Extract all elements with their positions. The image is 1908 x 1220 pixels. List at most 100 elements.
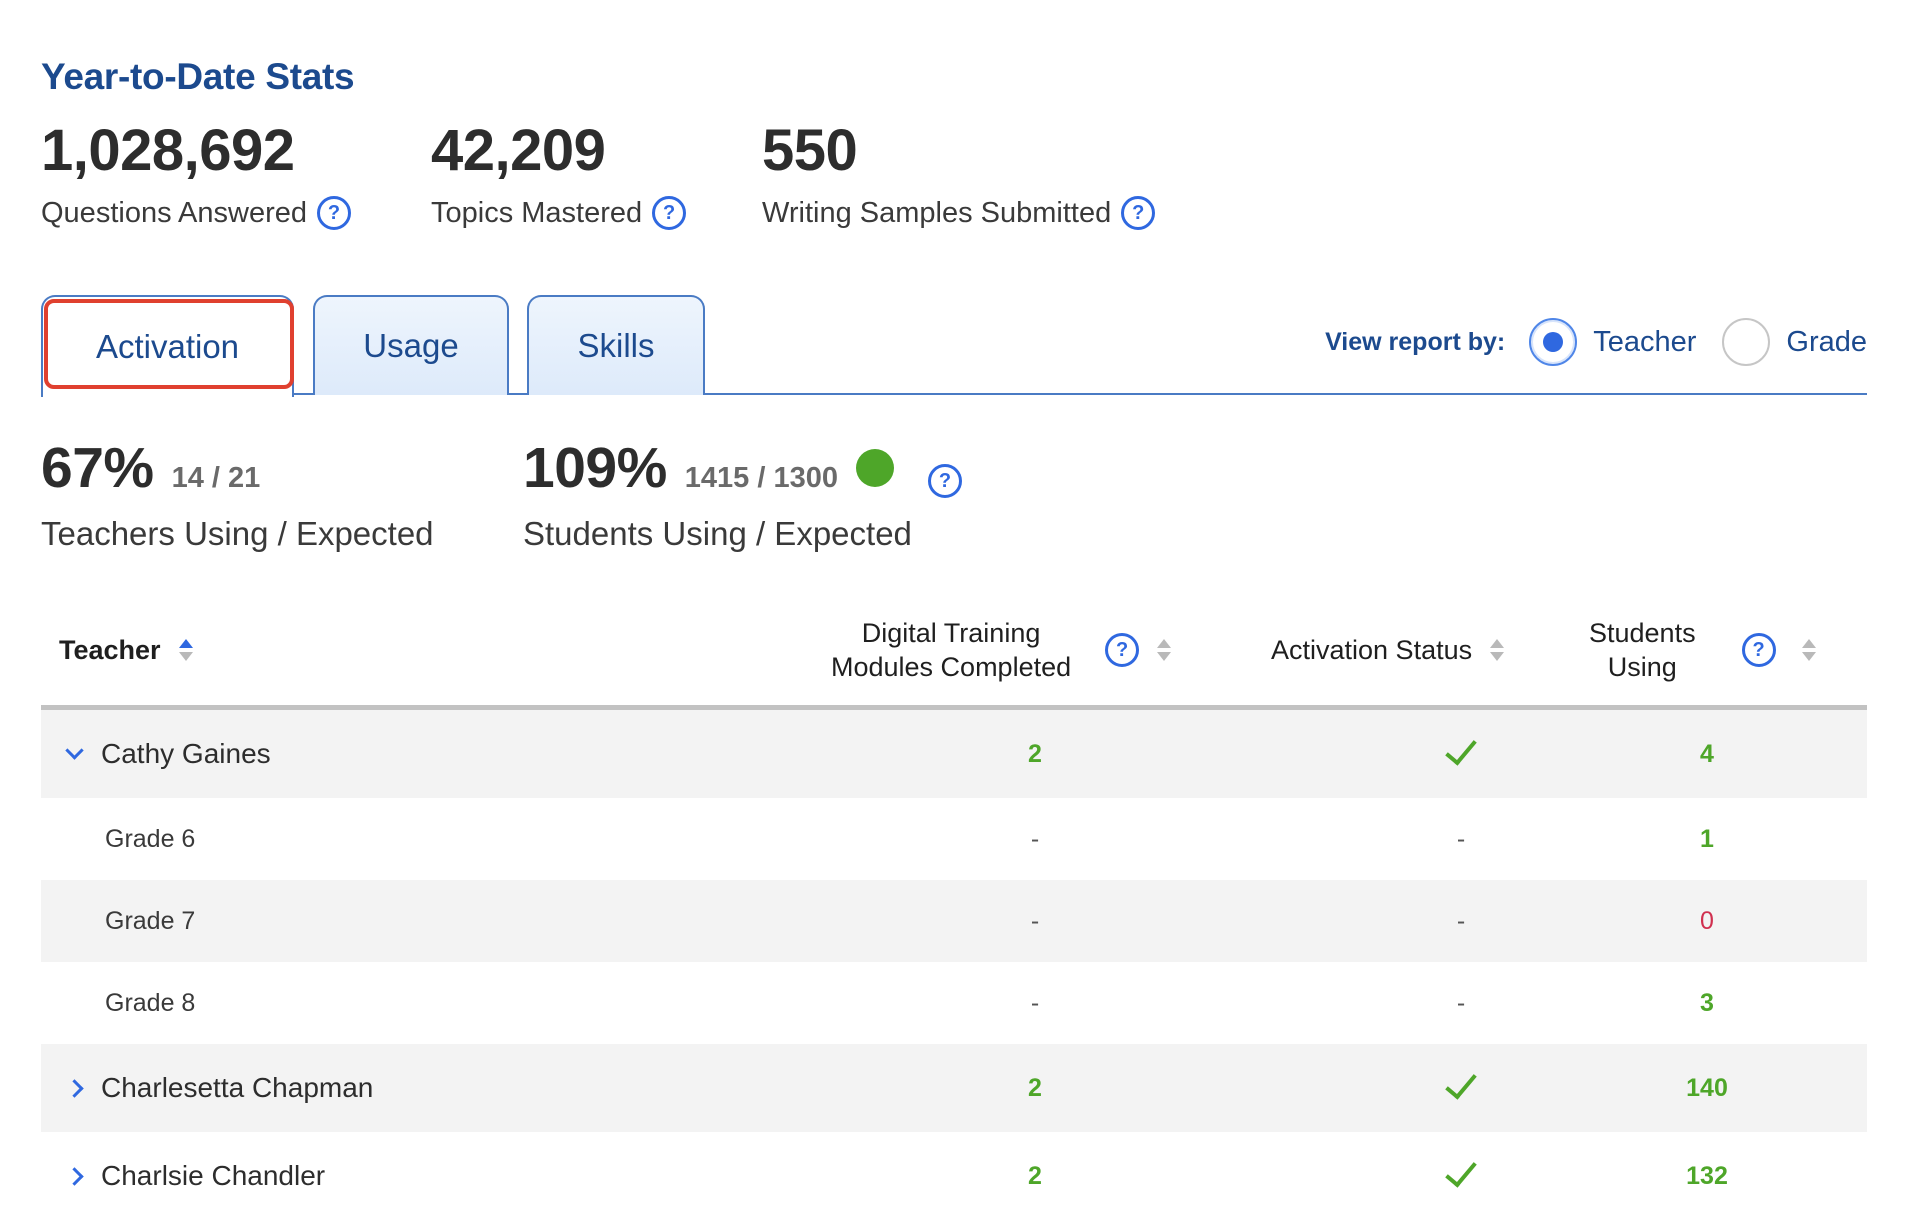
- radio-teacher[interactable]: [1529, 318, 1578, 366]
- chevron-right-icon[interactable]: [59, 1166, 89, 1186]
- table-row[interactable]: Charlsie Chandler 2 132: [41, 1132, 1867, 1220]
- year-to-date-stats-page: Year-to-Date Stats 1,028,692 Questions A…: [41, 0, 1867, 1220]
- column-header-teacher[interactable]: Teacher: [59, 590, 193, 710]
- sort-icon[interactable]: [178, 639, 193, 661]
- activation-cell: -: [1456, 988, 1466, 1017]
- table-row: Grade 8 - - 3: [41, 962, 1867, 1044]
- modules-cell: -: [1030, 988, 1040, 1017]
- column-header-label: Digital Training Modules Completed: [831, 616, 1071, 684]
- activation-cell: [1401, 710, 1521, 798]
- column-header-line: Using: [1607, 652, 1677, 682]
- students-cell: 132: [1686, 1161, 1728, 1190]
- students-cell: 140: [1686, 1073, 1728, 1102]
- help-icon[interactable]: ?: [1741, 633, 1776, 667]
- table-row[interactable]: Cathy Gaines 2 4: [41, 710, 1867, 798]
- help-icon[interactable]: ?: [928, 464, 962, 498]
- metric-line: 67% 14 / 21: [41, 435, 434, 501]
- grade-name: Grade 6: [105, 824, 196, 853]
- activation-cell: -: [1456, 906, 1466, 935]
- sort-icon[interactable]: [1490, 639, 1505, 661]
- chevron-down-icon[interactable]: [59, 740, 89, 760]
- metric-ratio: 1415 / 1300: [684, 462, 838, 494]
- help-icon[interactable]: ?: [1121, 196, 1156, 230]
- grade-name: Grade 8: [105, 988, 196, 1017]
- modules-cell: 2: [1028, 1073, 1042, 1102]
- radio-selected-dot: [1543, 332, 1564, 352]
- metric-students: 109% 1415 / 1300 ? Students Using / Expe…: [523, 435, 962, 553]
- students-cell: 0: [1700, 906, 1714, 935]
- tab-activation[interactable]: Activation: [41, 295, 294, 397]
- column-header-students-using[interactable]: Students Using ?: [1589, 590, 1816, 710]
- tab-label: Usage: [363, 327, 459, 364]
- stat-label: Questions Answered: [41, 196, 307, 229]
- sort-icon[interactable]: [1801, 639, 1816, 661]
- teacher-name-cell[interactable]: Charlesetta Chapman: [59, 1044, 373, 1132]
- grade-name: Grade 7: [105, 906, 196, 935]
- modules-cell: 2: [1028, 739, 1042, 768]
- tab-label: Skills: [577, 327, 655, 364]
- metric-line: 109% 1415 / 1300 ?: [523, 435, 962, 501]
- check-icon: [1445, 732, 1477, 766]
- teacher-name-cell[interactable]: Charlsie Chandler: [59, 1132, 325, 1220]
- chevron-right-icon[interactable]: [59, 1078, 89, 1098]
- stat-value: 1,028,692: [41, 118, 295, 183]
- activation-cell: -: [1456, 824, 1466, 853]
- column-header-label: Teacher: [59, 634, 161, 665]
- stat-label: Topics Mastered: [431, 196, 643, 229]
- tab-usage[interactable]: Usage: [313, 295, 509, 395]
- column-header-label: Activation Status: [1271, 634, 1473, 665]
- stat-questions-answered: 1,028,692 Questions Answered ?: [41, 118, 351, 230]
- help-icon[interactable]: ?: [1105, 633, 1140, 667]
- page-title: Year-to-Date Stats: [41, 56, 355, 97]
- metric-percent: 67%: [41, 436, 154, 500]
- metric-ratio: 14 / 21: [171, 462, 261, 494]
- column-header-activation-status[interactable]: Activation Status: [1271, 590, 1505, 710]
- students-cell: 3: [1700, 988, 1714, 1017]
- radio-grade-label[interactable]: Grade: [1786, 326, 1867, 359]
- metric-label: Teachers Using / Expected: [41, 515, 434, 552]
- view-report-by-label: View report by:: [1325, 327, 1506, 356]
- metric-teachers: 67% 14 / 21 Teachers Using / Expected: [41, 435, 434, 553]
- table-header: Teacher Digital Training Modules Complet…: [41, 590, 1867, 710]
- sort-icon[interactable]: [1157, 639, 1172, 661]
- teacher-name: Charlsie Chandler: [101, 1160, 326, 1191]
- modules-cell: -: [1030, 906, 1040, 935]
- teacher-name: Cathy Gaines: [101, 738, 271, 769]
- modules-cell: -: [1030, 824, 1040, 853]
- column-header-label: Students Using: [1589, 616, 1696, 684]
- stat-topics-mastered: 42,209 Topics Mastered ?: [431, 118, 687, 230]
- column-header-line: Students: [1589, 618, 1696, 648]
- table-row: Grade 7 - - 0: [41, 880, 1867, 962]
- stat-label-row: Questions Answered ?: [41, 196, 351, 230]
- radio-grade[interactable]: [1722, 318, 1771, 366]
- activation-table: Teacher Digital Training Modules Complet…: [41, 590, 1867, 1220]
- tab-label: Activation: [95, 328, 240, 365]
- column-header-line: Digital Training: [861, 618, 1041, 648]
- tab-skills[interactable]: Skills: [527, 295, 705, 395]
- column-header-modules[interactable]: Digital Training Modules Completed ?: [831, 590, 1172, 710]
- activation-cell: [1401, 1132, 1521, 1220]
- table-row[interactable]: Charlesetta Chapman 2 140: [41, 1044, 1867, 1132]
- help-icon[interactable]: ?: [316, 196, 351, 230]
- stat-value: 550: [762, 118, 858, 183]
- students-cell: 4: [1700, 739, 1714, 768]
- stat-label-row: Topics Mastered ?: [431, 196, 687, 230]
- check-icon: [1445, 1066, 1477, 1100]
- help-icon[interactable]: ?: [652, 196, 687, 230]
- metric-percent: 109%: [523, 436, 667, 500]
- activation-cell: [1401, 1044, 1521, 1132]
- status-dot-icon: [856, 449, 894, 487]
- modules-cell: 2: [1028, 1161, 1042, 1190]
- teacher-name-cell[interactable]: Cathy Gaines: [59, 710, 271, 798]
- column-header-line: Modules Completed: [831, 652, 1072, 682]
- stat-value: 42,209: [431, 118, 606, 183]
- table-row: Grade 6 - - 1: [41, 798, 1867, 880]
- metric-label: Students Using / Expected: [523, 515, 912, 552]
- check-icon: [1445, 1154, 1477, 1188]
- radio-teacher-label[interactable]: Teacher: [1593, 326, 1696, 359]
- stat-label: Writing Samples Submitted: [762, 196, 1112, 229]
- view-report-by: View report by: Teacher Grade: [1325, 314, 1867, 370]
- teacher-name: Charlesetta Chapman: [101, 1072, 374, 1103]
- stat-writing-samples: 550 Writing Samples Submitted ?: [762, 118, 1156, 230]
- students-cell: 1: [1700, 824, 1714, 853]
